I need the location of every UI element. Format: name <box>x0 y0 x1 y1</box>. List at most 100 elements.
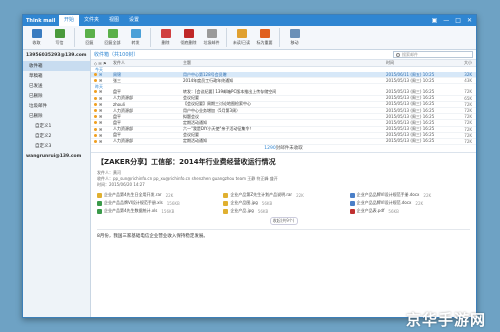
mail-flag-icon[interactable]: ✉ <box>91 89 113 94</box>
toolbar-icon <box>130 29 141 38</box>
mail-flag-icon[interactable]: ✉ <box>91 78 113 83</box>
mail-from: 张三 <box>113 77 121 83</box>
toolbar-button-6[interactable]: 彻底删除 <box>177 29 200 46</box>
maximize-icon[interactable]: □ <box>455 17 461 24</box>
mail-subject: 会议纪要 <box>183 132 199 138</box>
star-icon[interactable] <box>94 102 97 106</box>
toolbar-label: 转发 <box>131 40 140 45</box>
toolbar-button-1[interactable]: 写信 <box>48 29 71 46</box>
mail-flag-icon[interactable]: ✉ <box>91 108 113 113</box>
sidebar-subfolder[interactable]: 自定义2 <box>23 131 90 141</box>
mail-flag-icon[interactable]: ✉ <box>91 102 113 107</box>
sidebar-item[interactable]: 已删除 <box>23 111 90 121</box>
star-icon[interactable] <box>94 109 97 113</box>
toolbar-label: 垃圾邮件 <box>203 40 220 45</box>
toolbar-separator <box>226 28 227 47</box>
sidebar-item[interactable]: 草稿箱 <box>23 71 90 81</box>
star-icon[interactable] <box>94 96 97 100</box>
star-icon[interactable] <box>94 133 97 137</box>
mail-subject: 定期活动通知 <box>183 138 207 144</box>
attachment-item[interactable]: 企业产品第4先生数据统计.xls 156KB <box>97 208 217 214</box>
attachment-item[interactable]: 企业产品第Z先生计划产品说明.rar 22K <box>223 192 343 198</box>
star-icon[interactable] <box>94 73 97 77</box>
attachment-name: 企业产品第4先生日全用开发.rar <box>104 192 162 198</box>
col-size[interactable]: 大小 <box>454 60 476 66</box>
attachment-item[interactable]: 企业产品第4先生日全用开发.rar 22K <box>97 192 217 198</box>
col-from[interactable]: 发件人 <box>113 60 183 66</box>
list-header: 收件箱（共100封） 搜索邮件 <box>91 50 476 60</box>
toolbar-label: 未读/已读 <box>232 40 251 45</box>
mail-flag-icon[interactable]: ✉ <box>91 114 113 119</box>
sidebar-subfolder[interactable]: 自定义1 <box>23 121 90 131</box>
toolbar-button-4[interactable]: 转发 <box>124 29 147 46</box>
close-icon[interactable]: ✕ <box>467 17 472 24</box>
col-flags[interactable]: ◇ ✉ ⚑ <box>91 61 113 66</box>
toolbar-label: 彻底删除 <box>180 40 197 45</box>
file-icon <box>223 208 229 214</box>
mail-flag-icon[interactable]: ✉ <box>91 133 113 138</box>
attachment-item[interactable]: 企业产品品牌VI设计规范.docx 22K <box>349 200 470 206</box>
mail-subject: 拟题会议 <box>183 113 199 119</box>
mail-date: 2015/05/13 (周三) 16:25 <box>386 119 435 125</box>
mail-subject: 【会议纪要】周期三讨论地图检索中心 <box>183 101 251 107</box>
col-subject[interactable]: 主题 <box>183 60 386 66</box>
star-icon[interactable] <box>94 115 97 119</box>
toolbar-icon <box>236 29 247 38</box>
mail-size: 72K <box>464 126 472 132</box>
toolbar-button-2[interactable]: 回复 <box>78 29 101 46</box>
attachment-size: 22K <box>423 192 432 198</box>
search-input[interactable]: 搜索邮件 <box>393 51 473 58</box>
toolbar-button-7[interactable]: 垃圾邮件 <box>200 29 223 46</box>
attachment-size: 56KB <box>388 208 399 214</box>
attachment-size: 22K <box>296 192 304 198</box>
toolbar-button-9[interactable]: 标为重要 <box>253 29 276 46</box>
attachment-size: 56KB <box>257 208 269 214</box>
sidebar-subfolder[interactable]: 自定义3 <box>23 141 90 151</box>
sidebar-item[interactable]: 已发送 <box>23 81 90 91</box>
attachment-item[interactable]: 企业产品.jpg 56KB <box>223 208 343 214</box>
mail-flag-icon[interactable]: ✉ <box>91 127 113 132</box>
file-icon <box>349 200 355 206</box>
toolbar-button-5[interactable]: 删除 <box>154 29 177 46</box>
tab-start[interactable]: 开始 <box>59 15 80 26</box>
mail-from: 人力资源部 <box>113 107 133 113</box>
star-icon[interactable] <box>94 139 97 143</box>
attachment-item[interactable]: 企业产品图.jpg 56KB <box>223 200 343 206</box>
more-mail-notice[interactable]: 1290封邮件未收取 <box>91 145 476 154</box>
toolbar-button-0[interactable]: 收取 <box>25 29 48 46</box>
attachment-name: 企业产品图.jpg <box>230 200 258 206</box>
tab-folder[interactable]: 文件夹 <box>79 15 104 26</box>
mail-flag-icon[interactable]: ✉ <box>91 139 113 144</box>
attachment-item[interactable]: 企业产品品牌VI设计规范手册.xls 156KB <box>97 200 217 206</box>
star-icon[interactable] <box>94 79 97 83</box>
mail-flag-icon[interactable]: ✉ <box>91 120 113 125</box>
mail-flag-icon[interactable]: ✉ <box>91 96 113 101</box>
attachment-size: 156KB <box>161 208 175 214</box>
attachment-size: 56KB <box>261 200 273 206</box>
attachments-toggle[interactable]: 收起(共9个) <box>269 217 298 226</box>
attachment-name: 企业产品.jpg <box>230 208 254 214</box>
star-icon[interactable] <box>94 121 97 125</box>
toolbar-button-10[interactable]: 移动 <box>283 29 306 46</box>
attachment-item[interactable]: 企业产品表.pdf 56KB <box>349 208 470 214</box>
watermark: 京华手游网 <box>405 311 486 329</box>
star-icon[interactable] <box>94 127 97 131</box>
mail-from: 人力资源部 <box>113 126 133 132</box>
mail-flag-icon[interactable]: ✉ <box>91 72 113 77</box>
star-icon[interactable] <box>94 90 97 94</box>
account-primary[interactable]: 13956035293@139.com <box>23 50 90 61</box>
toolbar-icon <box>107 29 118 38</box>
file-icon <box>97 200 102 206</box>
minimize-icon[interactable]: — <box>443 17 449 24</box>
sidebar-item[interactable]: 垃圾邮件 <box>23 101 90 111</box>
tab-settings[interactable]: 设置 <box>124 15 144 26</box>
sidebar-item[interactable]: 收件箱 <box>23 61 90 71</box>
tab-view[interactable]: 视图 <box>104 15 124 26</box>
sidebar-item[interactable]: 已删除 <box>23 91 90 101</box>
toolbar-button-3[interactable]: 回复全部 <box>101 29 124 46</box>
attachment-item[interactable]: 企业产品品牌VI设计规范手册.docx 22K <box>349 192 470 198</box>
restore-icon[interactable]: ▣ <box>432 17 438 24</box>
toolbar-button-8[interactable]: 未读/已读 <box>230 29 253 46</box>
account-secondary[interactable]: wangrunrui@139.com <box>23 151 90 162</box>
col-date[interactable]: 时间 <box>386 60 454 66</box>
